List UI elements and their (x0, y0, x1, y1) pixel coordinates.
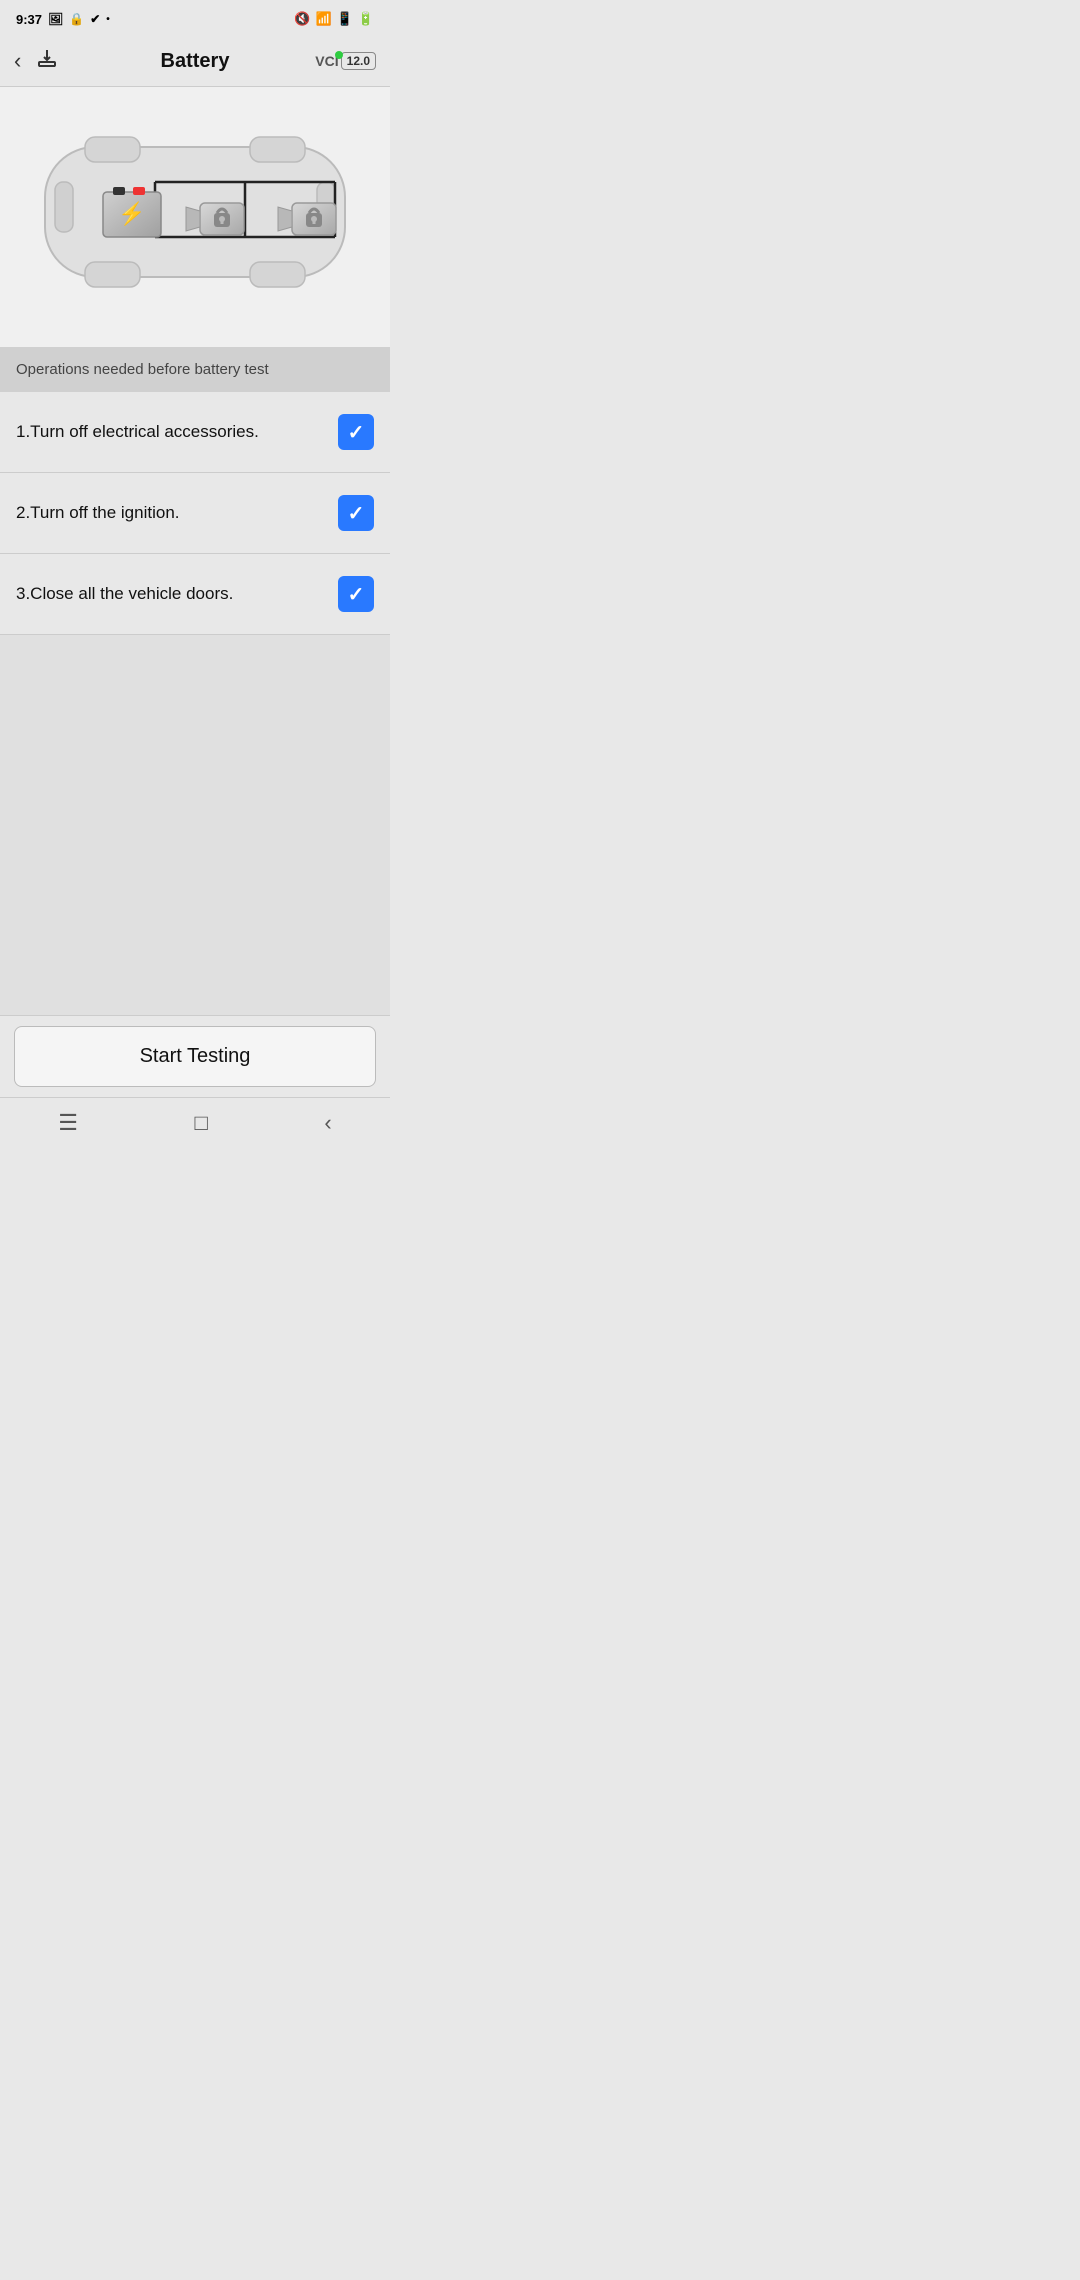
check-icon: ✔ (90, 12, 100, 26)
battery-icon: 🔋 (358, 11, 374, 27)
back-button[interactable]: ‹ (14, 48, 21, 74)
menu-nav-icon[interactable]: ☰ (58, 1110, 78, 1136)
checklist-item-3-text: 3.Close all the vehicle doors. (16, 584, 338, 604)
checklist-item-2-text: 2.Turn off the ignition. (16, 503, 338, 523)
checkbox-1[interactable] (338, 414, 374, 450)
back-nav-icon[interactable]: ‹ (324, 1110, 331, 1136)
empty-space (0, 635, 390, 1015)
checkbox-2[interactable] (338, 495, 374, 531)
checklist: 1.Turn off electrical accessories. 2.Tur… (0, 392, 390, 635)
svg-text:⚡: ⚡ (118, 201, 145, 227)
wifi-icon: 📶 (315, 11, 331, 27)
checklist-item-3[interactable]: 3.Close all the vehicle doors. (0, 554, 390, 635)
checkbox-3[interactable] (338, 576, 374, 612)
checklist-item-1-text: 1.Turn off electrical accessories. (16, 422, 338, 442)
toolbar: ‹ Battery VCI 12.0 (0, 36, 390, 87)
vci-connected-dot (335, 51, 343, 59)
navigation-bar: ☰ □ ‹ (0, 1097, 390, 1148)
start-testing-button[interactable]: Start Testing (14, 1026, 376, 1087)
export-button[interactable] (35, 46, 59, 76)
page-title: Battery (161, 50, 230, 73)
start-testing-container: Start Testing (0, 1015, 390, 1097)
car-diagram: ⚡ (0, 87, 390, 347)
car-illustration: ⚡ (25, 107, 365, 327)
status-time: 9:37 (16, 12, 42, 27)
version-badge: 12.0 (341, 52, 376, 70)
checklist-item-1[interactable]: 1.Turn off electrical accessories. (0, 392, 390, 473)
mute-icon: 🔇 (294, 11, 310, 27)
home-nav-icon[interactable]: □ (195, 1110, 208, 1136)
vci-label: VCI (315, 53, 338, 69)
photo-icon: 🖼 (48, 12, 63, 26)
operations-header-text: Operations needed before battery test (16, 361, 269, 378)
lock-icon: 🔒 (69, 12, 84, 26)
status-bar: 9:37 🖼 🔒 ✔ • 🔇 📶 📱 🔋 (0, 0, 390, 36)
operations-header: Operations needed before battery test (0, 347, 390, 392)
checklist-item-2[interactable]: 2.Turn off the ignition. (0, 473, 390, 554)
toolbar-left: ‹ (14, 46, 59, 76)
vci-area: VCI 12.0 (315, 52, 376, 70)
dot-icon: • (106, 14, 110, 25)
signal-icon: 📱 (337, 11, 353, 27)
status-left: 9:37 🖼 🔒 ✔ • (16, 12, 110, 27)
status-right: 🔇 📶 📱 🔋 (294, 11, 374, 27)
